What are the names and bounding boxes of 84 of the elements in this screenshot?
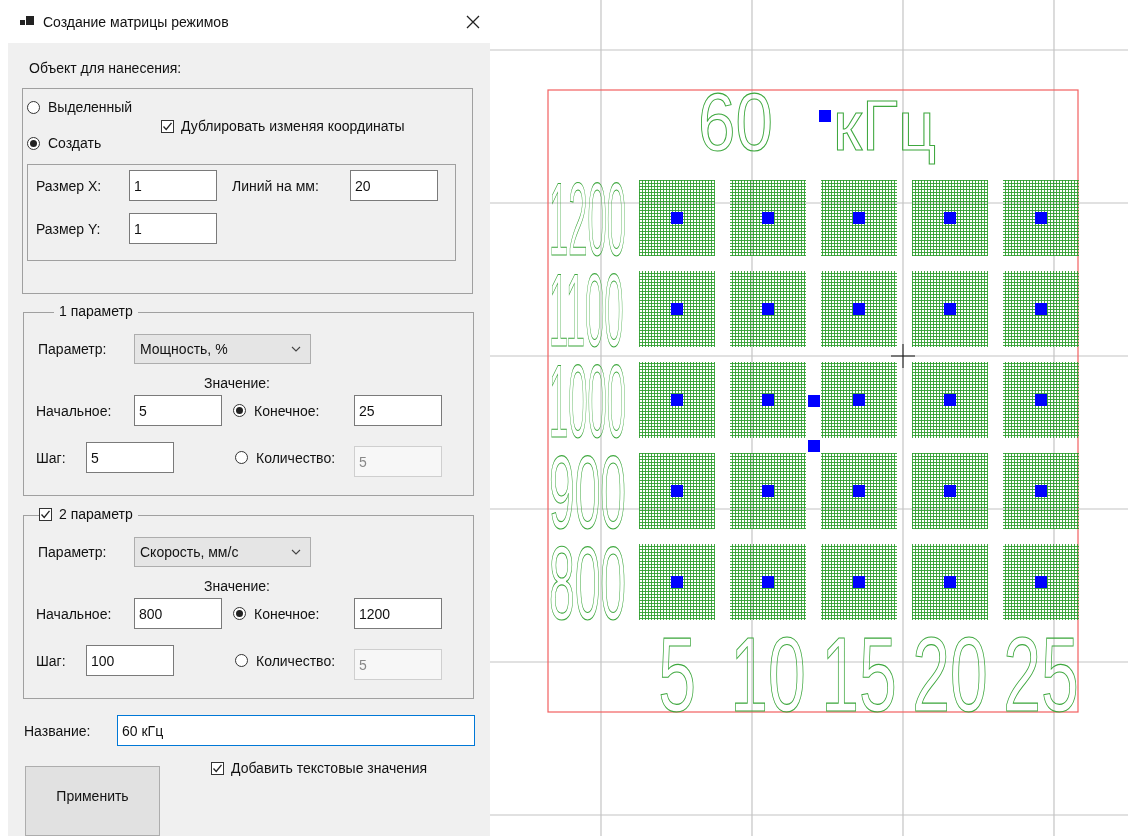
add-text-checkbox[interactable]: Добавить текстовые значения — [211, 760, 428, 776]
marker-square — [853, 394, 865, 406]
marker-square — [1035, 394, 1047, 406]
marker-square — [819, 110, 831, 122]
radio-option[interactable]: Создать — [27, 135, 161, 151]
marker-square — [944, 303, 956, 315]
column-value-text: 25 — [1003, 614, 1079, 734]
count-radio[interactable]: Количество: — [235, 449, 354, 466]
name-label: Название: — [24, 722, 92, 739]
marker-square — [853, 303, 865, 315]
step-field[interactable]: 100 — [86, 645, 174, 676]
check-icon — [40, 508, 51, 520]
radio-icon — [233, 404, 246, 417]
caret-icon — [291, 346, 301, 352]
close-icon[interactable] — [466, 14, 480, 29]
marker-square — [944, 576, 956, 588]
marker-square — [671, 576, 683, 588]
marker-square — [671, 303, 683, 315]
title-unit-text: кГц — [833, 86, 937, 165]
marker-square — [1035, 212, 1047, 224]
size-y-field[interactable]: 1 — [129, 213, 217, 244]
group-title: 1 параметр — [59, 303, 133, 319]
marker-square — [762, 303, 774, 315]
marker-square — [853, 485, 865, 497]
window-title: Создание матрицы режимов — [43, 13, 229, 30]
check-icon — [162, 120, 173, 132]
size-x-field[interactable]: 1 — [129, 170, 217, 201]
lines-per-mm-field[interactable]: 20 — [350, 170, 438, 201]
lines-per-mm-label: Линий на мм: — [232, 177, 320, 194]
radio-icon — [233, 607, 246, 620]
start-label: Начальное: — [36, 605, 113, 622]
name-field[interactable]: 60 кГц — [117, 715, 475, 746]
radio-icon — [235, 654, 248, 667]
marker-square — [671, 212, 683, 224]
value-heading: Значение: — [204, 375, 270, 391]
apply-button[interactable]: Применить — [25, 766, 160, 836]
crosshair-cursor — [890, 343, 916, 369]
marker-square — [1035, 576, 1047, 588]
marker-square — [944, 394, 956, 406]
column-value-text: 5 — [658, 614, 696, 734]
start-label: Начальное: — [36, 402, 113, 419]
check-icon — [212, 762, 223, 774]
value-heading: Значение: — [204, 578, 270, 594]
marker-square — [762, 394, 774, 406]
marker-square — [671, 394, 683, 406]
parameter-checkbox[interactable]: 2 параметр — [39, 506, 133, 522]
title-value-text: 60 — [698, 75, 773, 168]
count-radio[interactable]: Количество: — [235, 652, 354, 669]
marker-square — [762, 576, 774, 588]
marker-square — [853, 576, 865, 588]
column-value-text: 15 — [821, 614, 897, 734]
marker-square — [762, 485, 774, 497]
parameter-label: Параметр: — [38, 341, 108, 357]
marker-square — [1035, 303, 1047, 315]
marker-square — [944, 485, 956, 497]
start-field[interactable]: 5 — [134, 395, 222, 426]
marker-square — [762, 212, 774, 224]
marker-square — [1035, 485, 1047, 497]
marker-square — [671, 485, 683, 497]
target-label: Объект для нанесения: — [29, 60, 183, 78]
parameter-dropdown[interactable]: Мощность, % — [134, 334, 311, 364]
parameter-label: Параметр: — [38, 544, 108, 560]
marker-square — [944, 212, 956, 224]
step-field[interactable]: 5 — [86, 442, 174, 473]
size-y-label: Размер Y: — [36, 220, 102, 237]
marker-square — [853, 212, 865, 224]
radio-icon — [235, 451, 248, 464]
end-field[interactable]: 1200 — [354, 598, 442, 629]
size-x-label: Размер X: — [36, 177, 103, 194]
marker-square — [808, 440, 820, 452]
step-label: Шаг: — [36, 449, 67, 466]
radio-option[interactable]: Выделенный — [27, 99, 161, 115]
end-radio[interactable]: Конечное: — [233, 605, 354, 622]
column-value-text: 20 — [912, 614, 988, 734]
end-field[interactable]: 25 — [354, 395, 442, 426]
step-label: Шаг: — [36, 652, 67, 669]
marker-square — [808, 395, 820, 407]
app-icon — [20, 15, 34, 28]
caret-icon — [291, 549, 301, 555]
parameter-dropdown[interactable]: Скорость, мм/с — [134, 537, 311, 567]
column-value-text: 10 — [730, 614, 806, 734]
end-radio[interactable]: Конечное: — [233, 402, 354, 419]
duplicate-checkbox[interactable]: Дублировать изменяя координаты — [161, 118, 405, 134]
start-field[interactable]: 800 — [134, 598, 222, 629]
